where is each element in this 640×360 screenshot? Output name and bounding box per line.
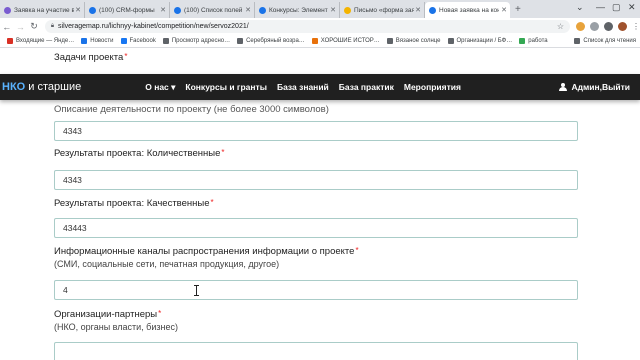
bookmark-favicon-icon	[162, 38, 169, 44]
bookmark-star-icon[interactable]: ☆	[557, 22, 564, 31]
menu-item-practices[interactable]: База практик	[339, 82, 394, 93]
close-tab-icon[interactable]: ✕	[75, 6, 81, 14]
close-tab-icon[interactable]: ✕	[501, 6, 507, 14]
close-tab-icon[interactable]: ✕	[245, 6, 251, 14]
menu-item-knowledge-base[interactable]: База знаний	[277, 82, 329, 93]
bookmark-item[interactable]: Новости	[81, 38, 114, 44]
qual-results-field[interactable]: 43443	[54, 218, 578, 238]
bookmark-favicon-icon	[237, 38, 244, 44]
browser-toolbar: ← → ↻ 🔒︎ silveragemap.ru/lichnyy-kabinet…	[0, 18, 640, 35]
tab-favicon-icon	[174, 6, 181, 14]
quant-results-field[interactable]: 4343	[54, 170, 578, 190]
bookmark-item[interactable]: Facebook	[120, 38, 156, 44]
channels-hint: (СМИ, социальные сети, печатная продукци…	[54, 259, 280, 269]
bookmark-favicon-icon	[81, 38, 88, 44]
new-tab-icon[interactable]: +	[510, 2, 526, 18]
lock-icon: 🔒︎	[50, 23, 55, 29]
tab-favicon-icon	[259, 6, 266, 14]
menu-item-events[interactable]: Мероприятия	[404, 82, 461, 93]
channels-field[interactable]: 4	[54, 280, 578, 300]
browser-tab[interactable]: Конкурсы: Элемент …✕	[255, 2, 340, 18]
tab-favicon-icon	[429, 6, 436, 14]
browser-tab[interactable]: (100) CRM-формы ✕	[85, 2, 170, 18]
browser-tab-bar: Заявка на участие в …✕ (100) CRM-формы✕ …	[0, 0, 640, 18]
page-content: Задачи проекта* Описание деятельности по…	[0, 48, 640, 360]
bookmark-item[interactable]: Организации / БФ…	[447, 38, 512, 44]
browser-tab[interactable]: Письмо «форма заяв…✕	[340, 2, 425, 18]
qual-results-label: Результаты проекта: Качественные*	[54, 198, 214, 209]
required-mark: *	[221, 148, 225, 157]
reload-icon[interactable]: ↻	[27, 21, 41, 32]
folder-icon	[519, 38, 526, 44]
browser-tab-active[interactable]: Новая заявка на кон…✕	[425, 2, 510, 18]
site-navbar: НКО и старшие О нас ▾ Конкурсы и гранты …	[0, 74, 640, 100]
close-window-icon[interactable]: ✕	[628, 2, 636, 13]
browser-tab[interactable]: (100) Список полей …✕	[170, 2, 255, 18]
bookmark-item[interactable]: Просмотр адресно…	[162, 38, 230, 44]
partners-field[interactable]	[54, 342, 578, 360]
browser-tab[interactable]: Заявка на участие в …✕	[0, 2, 85, 18]
required-mark: *	[158, 309, 162, 318]
site-logo[interactable]: НКО и старшие	[2, 81, 81, 93]
reading-list-item[interactable]: Список для чтения	[574, 38, 636, 44]
profile-avatar-icon[interactable]	[618, 22, 627, 31]
bookmark-favicon-icon	[447, 38, 454, 44]
minimize-window-icon[interactable]: —	[596, 2, 605, 12]
close-tab-icon[interactable]: ✕	[330, 6, 336, 14]
extensions-puzzle-icon[interactable]	[604, 22, 613, 31]
tab-favicon-icon	[344, 6, 351, 14]
maximize-icon[interactable]: ▢	[612, 2, 621, 13]
bookmark-item[interactable]: Вязаное солнце	[386, 38, 441, 44]
required-mark: *	[124, 52, 128, 61]
user-menu[interactable]: Админ,Выйти	[559, 82, 630, 92]
url-text: silveragemap.ru/lichnyy-kabinet/competit…	[58, 23, 249, 30]
reading-list-icon	[574, 38, 581, 44]
text-cursor-icon	[194, 285, 199, 296]
bookmark-item[interactable]: Входящие — Янде…	[7, 38, 74, 44]
extension-icon[interactable]	[576, 22, 585, 31]
site-menu: О нас ▾ Конкурсы и гранты База знаний Ба…	[145, 82, 461, 93]
required-mark: *	[355, 246, 359, 255]
tasks-label: Задачи проекта*	[54, 52, 128, 63]
bookmark-item[interactable]: работа	[519, 38, 548, 44]
facebook-icon	[120, 38, 127, 44]
user-icon	[559, 83, 568, 91]
partners-hint: (НКО, органы власти, бизнес)	[54, 322, 178, 332]
partners-label: Организации-партнеры*	[54, 309, 162, 320]
description-field[interactable]: 4343	[54, 121, 578, 141]
channels-label: Информационные каналы распространения ин…	[54, 246, 359, 257]
bookmarks-bar: Входящие — Янде… Новости Facebook Просмо…	[0, 35, 640, 48]
user-label[interactable]: Админ,Выйти	[571, 82, 630, 92]
required-mark: *	[210, 198, 214, 207]
description-label: Описание деятельности по проекту (не бол…	[54, 104, 329, 115]
menu-item-about[interactable]: О нас ▾	[145, 82, 175, 93]
extension-icon[interactable]	[590, 22, 599, 31]
minimize-icon[interactable]: ⌄	[576, 2, 584, 13]
close-tab-icon[interactable]: ✕	[415, 6, 421, 14]
close-tab-icon[interactable]: ✕	[160, 6, 166, 14]
menu-item-contests[interactable]: Конкурсы и гранты	[185, 82, 267, 93]
bookmark-favicon-icon	[311, 38, 318, 44]
tab-favicon-icon	[89, 6, 96, 14]
bookmark-item[interactable]: ХОРОШИЕ ИСТОР…	[311, 38, 380, 44]
forward-icon[interactable]: →	[14, 22, 28, 32]
bookmark-item[interactable]: Серебряный возра…	[237, 38, 305, 44]
back-icon[interactable]: ←	[0, 22, 14, 32]
address-bar[interactable]: 🔒︎ silveragemap.ru/lichnyy-kabinet/compe…	[44, 20, 570, 33]
bookmark-favicon-icon	[7, 38, 13, 44]
more-menu-icon[interactable]: ⋮	[632, 22, 640, 31]
bookmark-favicon-icon	[386, 38, 393, 44]
quant-results-label: Результаты проекта: Количественные*	[54, 148, 225, 159]
tab-favicon-icon	[4, 6, 11, 14]
